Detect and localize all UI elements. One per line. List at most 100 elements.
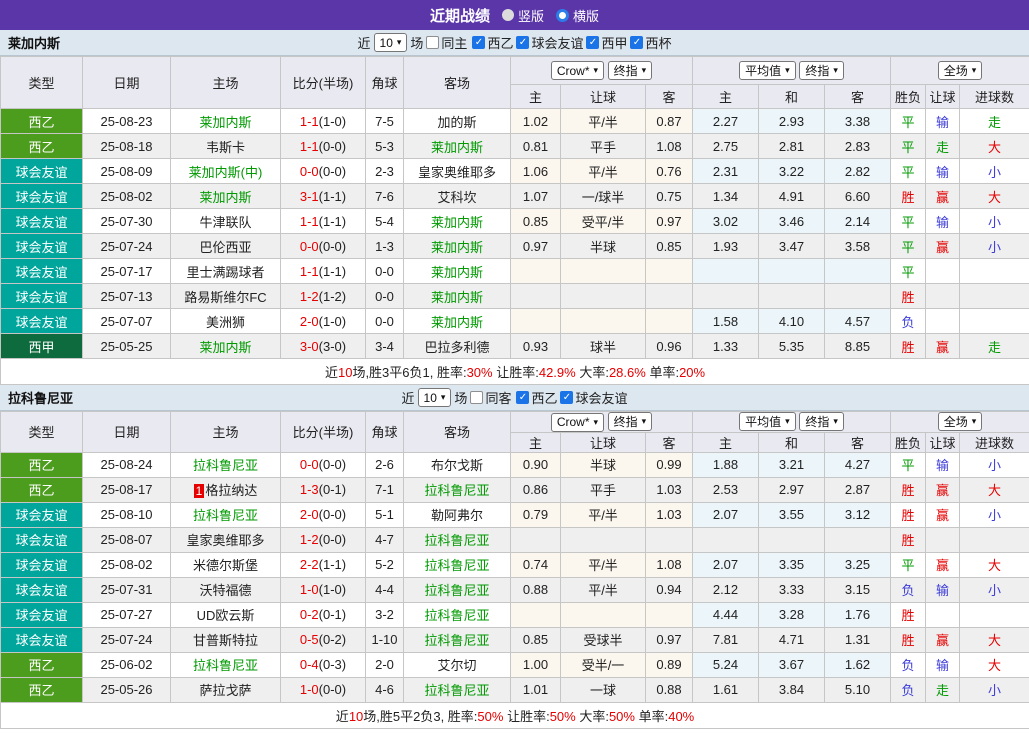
avg-away-odds: 3.58 [825, 234, 891, 259]
odds-stage-value: 终指 [614, 62, 638, 79]
halftime-score: (0-0) [319, 457, 346, 472]
match-row: 球会友谊25-08-07皇家奥维耶多1-2(0-0)4-7拉科鲁尼亚胜 [1, 527, 1029, 552]
match-date: 25-05-26 [83, 677, 171, 702]
away-team: 莱加内斯 [404, 259, 511, 284]
avg-draw-odds: 2.81 [759, 134, 825, 159]
crow-home-odds: 1.00 [511, 652, 561, 677]
fullmatch-value: 全场 [944, 413, 968, 430]
checkbox-unchecked-icon[interactable] [470, 391, 483, 404]
layout-option-vertical[interactable]: 竖版 [502, 6, 544, 25]
away-team-name: 莱加内斯 [431, 240, 483, 255]
col-date: 日期 [83, 412, 171, 453]
league-filter[interactable]: ✓西乙 [516, 388, 557, 407]
result-handicap: 赢 [926, 184, 960, 209]
result-handicap: 走 [926, 134, 960, 159]
result-handicap: 输 [926, 452, 960, 477]
league-filter[interactable]: ✓西甲 [586, 33, 627, 52]
same-venue-label: 同客 [485, 388, 511, 407]
crow-home-odds: 0.74 [511, 552, 561, 577]
crow-handicap: 球半 [561, 334, 646, 359]
fullmatch-select[interactable]: 全场▾ [938, 412, 983, 431]
league-filter[interactable]: ✓球会友谊 [560, 388, 627, 407]
away-team-name: 皇家奥维耶多 [418, 165, 496, 180]
bookmaker-value: Crow* [557, 64, 590, 78]
col-handicap-result: 让球 [926, 85, 960, 109]
match-type: 球会友谊 [1, 259, 83, 284]
average-select[interactable]: 平均值 ▾ [739, 412, 796, 431]
crow-away-odds [646, 527, 693, 552]
checkbox-checked-icon[interactable]: ✓ [516, 391, 529, 404]
chevron-down-icon: ▾ [785, 417, 790, 426]
fulltime-score: 1-3 [300, 482, 319, 497]
league-filter[interactable]: ✓西杯 [630, 33, 671, 52]
crow-home-odds: 1.07 [511, 184, 561, 209]
crow-home-odds [511, 284, 561, 309]
checkbox-unchecked-icon[interactable] [426, 36, 439, 49]
radio-selected-icon[interactable] [556, 9, 569, 22]
same-venue-filter[interactable]: 同客 [470, 388, 511, 407]
home-team: 拉科鲁尼亚 [171, 452, 281, 477]
avg-away-odds: 2.83 [825, 134, 891, 159]
avg-draw-odds: 3.47 [759, 234, 825, 259]
league-filter[interactable]: ✓西乙 [472, 33, 513, 52]
average-stage-select[interactable]: 终指▾ [799, 61, 844, 80]
league-filter[interactable]: ✓球会友谊 [516, 33, 583, 52]
avg-away-odds: 2.14 [825, 209, 891, 234]
away-team-name: 莱加内斯 [431, 265, 483, 280]
recent-count-select[interactable]: 10▾ [374, 33, 408, 52]
checkbox-checked-icon[interactable]: ✓ [472, 36, 485, 49]
result-handicap [926, 259, 960, 284]
match-type: 球会友谊 [1, 184, 83, 209]
match-row: 球会友谊25-07-17里士满踢球者1-1(1-1)0-0莱加内斯平 [1, 259, 1029, 284]
result-handicap [926, 602, 960, 627]
match-row: 西甲25-05-25莱加内斯3-0(3-0)3-4巴拉多利德0.93球半0.96… [1, 334, 1029, 359]
avg-draw-odds: 3.28 [759, 602, 825, 627]
summary-stat-label: 单率: [635, 709, 668, 724]
score: 1-1(0-0) [281, 134, 366, 159]
result-handicap: 赢 [926, 334, 960, 359]
score: 1-1(1-0) [281, 109, 366, 134]
avg-home-odds [693, 259, 759, 284]
checkbox-checked-icon[interactable]: ✓ [630, 36, 643, 49]
crow-away-odds: 1.03 [646, 502, 693, 527]
crow-away-odds [646, 309, 693, 334]
bookmaker-select[interactable]: Crow*▾ [551, 413, 604, 432]
average-select[interactable]: 平均值▾ [739, 61, 796, 80]
bookmaker-select[interactable]: Crow*▾ [551, 61, 604, 80]
same-venue-filter[interactable]: 同主 [426, 33, 467, 52]
home-team: 美洲狮 [171, 309, 281, 334]
fullmatch-select[interactable]: 全场▾ [938, 61, 983, 80]
checkbox-checked-icon[interactable]: ✓ [516, 36, 529, 49]
result-goals: 走 [960, 109, 1029, 134]
layout-option-horizontal[interactable]: 横版 [556, 6, 599, 25]
home-team-name: 拉科鲁尼亚 [193, 658, 258, 673]
odds-stage-select[interactable]: 终指▾ [608, 61, 653, 80]
away-team-name: 巴拉多利德 [424, 340, 489, 355]
col-home: 主场 [171, 57, 281, 109]
avg-home-odds: 4.44 [693, 602, 759, 627]
checkbox-checked-icon[interactable]: ✓ [560, 391, 573, 404]
corner-score: 4-6 [366, 677, 404, 702]
corner-score: 7-6 [366, 184, 404, 209]
match-row: 球会友谊25-08-10拉科鲁尼亚2-0(0-0)5-1勒阿弗尔0.79平/半1… [1, 502, 1029, 527]
checkbox-checked-icon[interactable]: ✓ [586, 36, 599, 49]
away-team: 艾尔切 [404, 652, 511, 677]
radio-unselected-icon[interactable] [502, 9, 514, 21]
home-team-name: 拉科鲁尼亚 [193, 508, 258, 523]
away-team: 莱加内斯 [404, 284, 511, 309]
result-goals [960, 527, 1029, 552]
average-value: 平均值 [745, 413, 781, 430]
crow-away-odds: 1.08 [646, 552, 693, 577]
crow-away-odds: 0.88 [646, 677, 693, 702]
home-team-name: 萨拉戈萨 [199, 683, 251, 698]
home-team: 里士满踢球者 [171, 259, 281, 284]
home-team-name: 皇家奥维耶多 [186, 533, 264, 548]
odds-stage-select[interactable]: 终指▾ [608, 412, 653, 431]
avg-home-odds: 1.34 [693, 184, 759, 209]
average-stage-select[interactable]: 终指▾ [799, 412, 844, 431]
col-result: 胜负 [891, 432, 926, 452]
recent-count-select[interactable]: 10▾ [418, 388, 452, 407]
avg-away-odds: 3.12 [825, 502, 891, 527]
away-team-name: 勒阿弗尔 [431, 508, 483, 523]
avg-away-odds: 2.87 [825, 477, 891, 502]
